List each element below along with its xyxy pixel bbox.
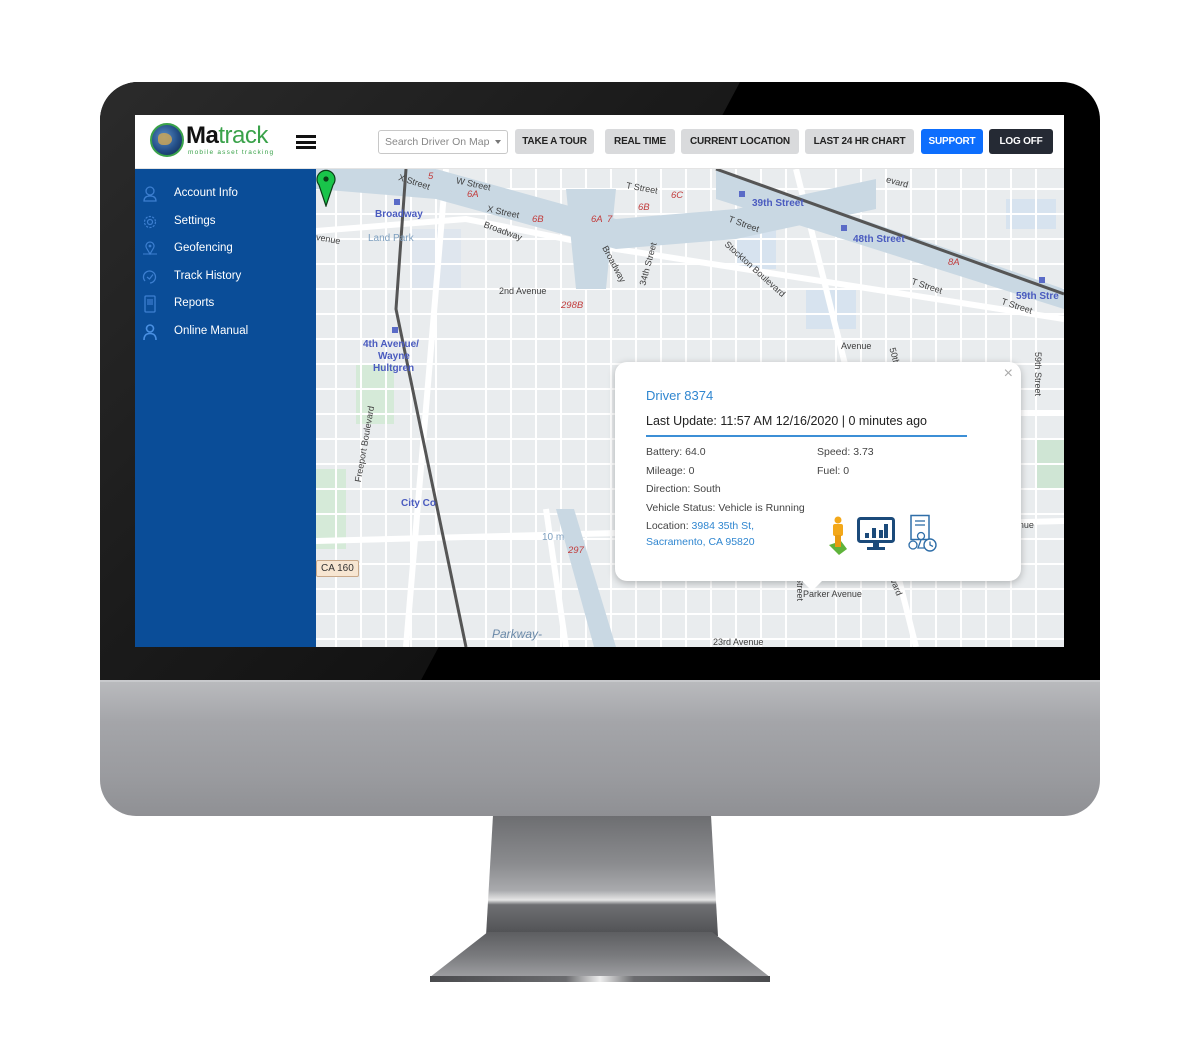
driver-info-popup: × Driver 8374 Last Update: 11:57 AM 12/1… bbox=[615, 362, 1021, 591]
address-link[interactable]: 3984 35th St, bbox=[692, 520, 754, 532]
highway-shield: CA 160 bbox=[316, 560, 359, 577]
map-station-label: 4th Avenue/ bbox=[363, 339, 419, 350]
monitor-chin bbox=[100, 680, 1100, 816]
speed-value: Speed: 3.73 bbox=[817, 446, 874, 458]
map-exit-label: 7 bbox=[607, 214, 613, 225]
map-exit-label: 6A bbox=[467, 189, 479, 200]
top-bar: Matrack mobile asset tracking Search Dri… bbox=[135, 115, 1064, 169]
real-time-button[interactable]: REAL TIME bbox=[605, 129, 675, 154]
map-exit-label: 297 bbox=[568, 545, 584, 556]
gear-icon bbox=[143, 215, 157, 229]
address-link-line2[interactable]: Sacramento, CA 95820 bbox=[646, 536, 755, 548]
sidebar-item-geofencing[interactable]: Geofencing bbox=[135, 237, 316, 263]
chevron-down-icon bbox=[495, 140, 501, 144]
close-icon[interactable]: × bbox=[1004, 365, 1013, 383]
log-off-button[interactable]: LOG OFF bbox=[989, 129, 1053, 154]
user-icon bbox=[143, 186, 157, 202]
last-24-hr-chart-button[interactable]: LAST 24 HR CHART bbox=[805, 129, 914, 154]
map-exit-label: 6B bbox=[638, 202, 650, 213]
logo-tagline: mobile asset tracking bbox=[188, 149, 275, 156]
map-area-label: Land Park bbox=[368, 233, 414, 244]
map-exit-label: 6B bbox=[532, 214, 544, 225]
location-label: Location: bbox=[646, 520, 692, 532]
map-park bbox=[316, 469, 346, 549]
map-station-label: 39th Street bbox=[752, 198, 804, 209]
map-station-label: Broadway bbox=[375, 209, 423, 220]
hamburger-icon-bar bbox=[296, 140, 316, 144]
map-exit-label: 5 bbox=[428, 171, 434, 182]
direction-value: Direction: South bbox=[646, 483, 721, 495]
history-icon bbox=[142, 270, 157, 284]
report-icon bbox=[144, 295, 156, 313]
globe-logo-icon bbox=[150, 123, 184, 157]
map-station-label: 48th Street bbox=[853, 234, 905, 245]
hamburger-icon-bar bbox=[296, 146, 316, 149]
location-field: Location: 3984 35th St, bbox=[646, 520, 754, 532]
last-update-text: Last Update: 11:57 AM 12/16/2020 | 0 min… bbox=[646, 414, 927, 428]
map-exit-label: 8A bbox=[948, 257, 960, 268]
search-driver-select[interactable]: Search Driver On Map bbox=[378, 130, 508, 154]
popup-divider bbox=[646, 435, 967, 437]
sidebar-item-reports[interactable]: Reports bbox=[135, 292, 316, 318]
map-label-street: 23rd Avenue bbox=[713, 637, 764, 647]
map-label-elevation: 10 m bbox=[542, 532, 565, 543]
street-view-icon[interactable] bbox=[827, 515, 849, 555]
current-location-button[interactable]: CURRENT LOCATION bbox=[681, 129, 799, 154]
sidebar-item-label: Account Info bbox=[174, 187, 238, 199]
sidebar-item-account-info[interactable]: Account Info bbox=[135, 182, 316, 208]
map-label-street: 2nd Avenue bbox=[499, 286, 547, 296]
sidebar-item-label: Track History bbox=[174, 270, 242, 282]
dashboard-chart-icon[interactable] bbox=[857, 517, 895, 551]
sidebar-item-label: Geofencing bbox=[174, 242, 233, 254]
vehicle-location-pin-icon[interactable] bbox=[316, 169, 336, 207]
sidebar-item-track-history[interactable]: Track History bbox=[135, 265, 316, 291]
support-button[interactable]: SUPPORT bbox=[921, 129, 983, 154]
map-station-label: City Co bbox=[401, 498, 436, 509]
hamburger-icon bbox=[296, 135, 316, 138]
logo-text: Matrack bbox=[186, 123, 268, 149]
route-history-report-icon[interactable] bbox=[905, 514, 939, 554]
monitor-stand-neck bbox=[486, 816, 718, 936]
battery-value: Battery: 64.0 bbox=[646, 446, 706, 458]
hamburger-menu-button[interactable] bbox=[296, 135, 316, 149]
sidebar-item-label: Settings bbox=[174, 215, 216, 227]
sidebar-item-online-manual[interactable]: Online Manual bbox=[135, 320, 316, 346]
monitor-stand-foot bbox=[430, 932, 770, 978]
matrack-logo[interactable]: Matrack mobile asset tracking bbox=[150, 121, 273, 163]
map-area-label: Parkway- bbox=[492, 627, 543, 641]
geofence-pin-icon bbox=[143, 241, 157, 256]
app-screen: Matrack mobile asset tracking Search Dri… bbox=[135, 115, 1064, 647]
logo-ma: Ma bbox=[186, 122, 219, 149]
logo-track: track bbox=[218, 122, 268, 149]
driver-name[interactable]: Driver 8374 bbox=[646, 388, 713, 403]
map-view[interactable]: X Street W Street T Street X Street Broa… bbox=[316, 169, 1064, 647]
sidebar: Account Info Settings Geofencing Track H… bbox=[135, 169, 316, 647]
sidebar-item-label: Online Manual bbox=[174, 325, 249, 337]
map-exit-label: 298B bbox=[561, 300, 584, 311]
map-label-street: Avenue bbox=[841, 341, 872, 351]
mileage-value: Mileage: 0 bbox=[646, 465, 695, 477]
map-label-street: 59th Street bbox=[1033, 351, 1044, 397]
sidebar-item-settings[interactable]: Settings bbox=[135, 210, 316, 236]
sidebar-item-label: Reports bbox=[174, 297, 215, 309]
search-driver-placeholder: Search Driver On Map bbox=[385, 136, 490, 148]
map-station-label: 59th Stre bbox=[1016, 291, 1059, 302]
monitor-mockup: Matrack mobile asset tracking Search Dri… bbox=[0, 0, 1200, 1050]
map-exit-label: 6C bbox=[671, 190, 684, 201]
fuel-value: Fuel: 0 bbox=[817, 465, 850, 477]
take-a-tour-button[interactable]: TAKE A TOUR bbox=[515, 129, 594, 154]
monitor-stand-edge bbox=[430, 976, 770, 982]
map-exit-label: 6A bbox=[591, 214, 603, 225]
person-icon bbox=[143, 324, 157, 341]
map-station-label: Wayne bbox=[378, 351, 410, 362]
map-station-label: Hultgren bbox=[373, 363, 415, 374]
vehicle-status-value: Vehicle Status: Vehicle is Running bbox=[646, 502, 805, 514]
